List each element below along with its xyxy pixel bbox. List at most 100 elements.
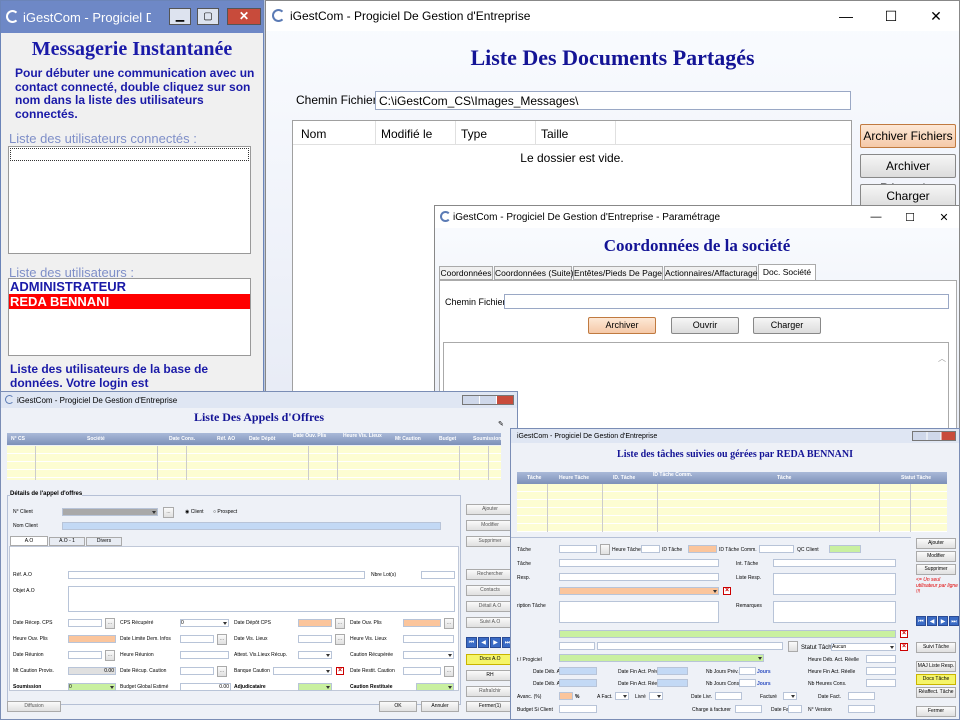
calendar-button[interactable]: ...: [105, 618, 115, 629]
clear-icon[interactable]: ×: [723, 587, 731, 595]
delete-button[interactable]: Supprimer: [466, 536, 514, 547]
nb-heures-cons-input[interactable]: [866, 679, 896, 687]
maximize-button[interactable]: ☐: [871, 1, 911, 31]
minimize-button[interactable]: —: [859, 206, 893, 228]
diffusion-button[interactable]: Diffusion: [7, 701, 61, 712]
list-item[interactable]: ADMINISTRATEUR: [9, 279, 250, 294]
column-header[interactable]: Soumission: [473, 436, 501, 442]
adjudicataire-select[interactable]: [298, 683, 332, 691]
nb-jours-prev-input[interactable]: [739, 667, 756, 675]
ref-ao-input[interactable]: [68, 571, 365, 579]
date-fin-reelle-input[interactable]: [657, 679, 688, 687]
caution-restituee-select[interactable]: [416, 683, 454, 691]
cps-recupere-select[interactable]: 0: [180, 619, 229, 627]
date-depot-cps-input[interactable]: [298, 619, 332, 627]
progiciel-select[interactable]: [597, 642, 783, 650]
liste-resp-input[interactable]: [773, 573, 896, 595]
column-header[interactable]: Date Dépôt: [249, 436, 275, 442]
heure-tache-input[interactable]: [641, 545, 660, 553]
search-button[interactable]: Rechercher: [466, 569, 514, 580]
maximize-button[interactable]: ▢: [197, 8, 219, 25]
column-header[interactable]: Modifié le: [381, 127, 432, 141]
calendar-button[interactable]: ...: [444, 666, 454, 677]
a-fact-select[interactable]: [615, 692, 629, 700]
avanc-input[interactable]: [559, 692, 573, 700]
cancel-button[interactable]: Annuler: [421, 701, 459, 712]
remarques-input[interactable]: [773, 601, 896, 623]
budget-client-input[interactable]: [559, 705, 597, 713]
qc-client-input[interactable]: [829, 545, 861, 553]
calendar-button[interactable]: [600, 544, 610, 555]
prev-record-icon[interactable]: ◀: [478, 637, 489, 648]
budget-input[interactable]: 0.00: [180, 683, 231, 691]
date-fact2-input[interactable]: [788, 705, 802, 713]
column-header[interactable]: Statut Tâche: [901, 475, 931, 481]
nb-jours-cons-input[interactable]: [739, 679, 756, 687]
archive-button[interactable]: Archiver: [588, 317, 656, 334]
column-header[interactable]: Budget: [439, 436, 456, 442]
column-header[interactable]: Réf. AO: [217, 436, 235, 442]
minimize-button[interactable]: —: [826, 1, 866, 31]
connected-users-list[interactable]: [8, 146, 251, 254]
archive-files-button[interactable]: Archiver Fichiers: [860, 124, 956, 148]
close-ao-button[interactable]: Fermer(1): [466, 701, 514, 712]
caution-recup-select[interactable]: [403, 651, 454, 659]
modify-button[interactable]: Modifier: [466, 520, 514, 531]
column-header[interactable]: ID. Tâche: [613, 475, 635, 481]
nom-client-input[interactable]: [62, 522, 441, 530]
client-browse-button[interactable]: ...: [163, 507, 174, 518]
column-header[interactable]: Date Ouv. Plis: [293, 433, 326, 439]
heure-vis-lieux-input[interactable]: [403, 635, 454, 643]
last-record-icon[interactable]: ⏭: [949, 616, 959, 626]
id-tache-input[interactable]: [688, 545, 717, 553]
date-deb-reelle-input[interactable]: [559, 679, 597, 687]
charger-button[interactable]: Charger: [753, 317, 821, 334]
date-livr-input[interactable]: [715, 692, 742, 700]
users-list[interactable]: ADMINISTRATEUR REDA BENNANI: [8, 278, 251, 356]
column-header[interactable]: Taille: [541, 127, 568, 141]
radio-client[interactable]: ◉ Client: [185, 509, 204, 515]
detail-ao-button[interactable]: Détail A.O: [466, 601, 514, 612]
column-header[interactable]: Heure Vis. Lieux: [343, 433, 382, 439]
soumission-select[interactable]: 0: [68, 683, 116, 691]
path-input[interactable]: [375, 91, 851, 110]
date-ouv-plis-input[interactable]: [403, 619, 441, 627]
close-button[interactable]: ✕: [916, 1, 956, 31]
tache-green-select[interactable]: [559, 654, 764, 662]
tab-entetes[interactable]: Entêtes/Pieds De Page: [573, 266, 663, 280]
ao-table-rows[interactable]: [7, 446, 501, 480]
column-header[interactable]: Date Cons.: [169, 436, 195, 442]
tab-ao[interactable]: A.O: [10, 536, 48, 546]
resp-input[interactable]: [559, 573, 719, 581]
column-header[interactable]: Mt Caution: [395, 436, 421, 442]
task-date-input[interactable]: [559, 545, 597, 553]
fermer-button[interactable]: Fermer: [916, 706, 956, 717]
modify-task-button[interactable]: Modifier: [916, 551, 956, 562]
add-button[interactable]: Ajouter: [466, 504, 514, 515]
clear-icon[interactable]: ×: [900, 643, 908, 651]
suivi-ao-button[interactable]: Suivi A.O: [466, 617, 514, 628]
description-input[interactable]: [559, 601, 719, 623]
lot-input[interactable]: [421, 571, 455, 579]
heure-deb-input[interactable]: [866, 655, 896, 663]
tab-divers[interactable]: Divers: [86, 537, 122, 546]
taches-table-rows[interactable]: [517, 484, 947, 532]
column-header[interactable]: Tâche: [777, 475, 791, 481]
docs-tache-button[interactable]: Docs Tâche: [916, 674, 956, 685]
livre-select[interactable]: [649, 692, 663, 700]
charge-input[interactable]: [735, 705, 762, 713]
tache-green-input[interactable]: [559, 630, 896, 638]
contacts-button[interactable]: Contacts: [466, 585, 514, 596]
column-header[interactable]: Nom: [301, 127, 326, 141]
ok-button[interactable]: OK: [379, 701, 417, 712]
browse-button[interactable]: [788, 641, 798, 652]
facture-select[interactable]: [783, 692, 797, 700]
archive-folder-button[interactable]: Archiver Répertoire: [860, 154, 956, 195]
calendar-button[interactable]: ...: [217, 666, 227, 677]
next-record-icon[interactable]: ▶: [490, 637, 501, 648]
maximize-button[interactable]: ☐: [893, 206, 927, 228]
date-reunion-input[interactable]: [68, 651, 102, 659]
param-path-input[interactable]: [504, 294, 949, 309]
date-restit-input[interactable]: [403, 667, 441, 675]
attest-vis-select[interactable]: [298, 651, 332, 659]
